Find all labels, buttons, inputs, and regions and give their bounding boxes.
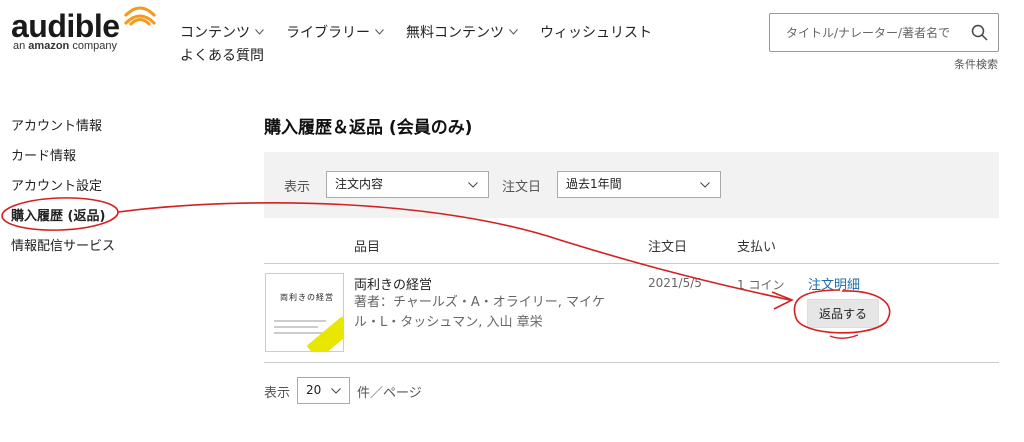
order-details-link[interactable]: 注文明細 [808, 274, 860, 293]
column-header-payment: 支払い [737, 240, 777, 255]
annotation-overlay [1, 197, 891, 339]
chevron-down-icon [331, 388, 341, 394]
payment-amount: 1 コイン [737, 278, 785, 292]
table-header-divider [264, 263, 999, 264]
advanced-search-link[interactable]: 条件検索 [954, 56, 998, 72]
column-header-item: 品目 [354, 240, 381, 255]
per-page-select[interactable]: 20 [297, 377, 350, 404]
sidebar-item-card-info[interactable]: カード情報 [11, 147, 115, 177]
chevron-down-icon [255, 29, 264, 35]
search-box [769, 13, 999, 52]
show-filter-value: 注文内容 [335, 177, 384, 191]
sidebar-item-account-info[interactable]: アカウント情報 [11, 117, 115, 147]
sidebar-item-purchase-history[interactable]: 購入履歴 (返品) [11, 207, 115, 237]
search-icon[interactable] [971, 24, 988, 41]
annotation-arrow-head [771, 291, 794, 310]
return-button[interactable]: 返品する [807, 299, 879, 328]
logo-wordmark: audible [11, 8, 120, 44]
audible-logo[interactable]: audible an amazon company [11, 2, 161, 54]
item-title-link[interactable]: 両利きの経営 [354, 274, 432, 293]
cover-decoration [274, 320, 326, 322]
audible-waves-icon [123, 6, 157, 27]
cover-decoration [274, 326, 318, 328]
nav-faq[interactable]: よくある質問 [180, 45, 264, 65]
filter-bar: 表示 注文内容 注文日 過去1年間 [264, 152, 999, 218]
column-header-date: 注文日 [648, 240, 688, 255]
sidebar-item-newsletter[interactable]: 情報配信サービス [11, 237, 115, 267]
nav-library[interactable]: ライブラリー [286, 22, 384, 42]
cover-title: 両利きの経営 [280, 293, 334, 302]
order-date: 2021/5/5 [648, 276, 702, 290]
show-filter-select[interactable]: 注文内容 [326, 171, 489, 198]
table-row-divider [264, 362, 999, 363]
account-sidebar: アカウント情報 カード情報 アカウント設定 購入履歴 (返品) 情報配信サービス [11, 117, 115, 267]
logo-tagline: an amazon company [13, 40, 117, 52]
book-cover[interactable]: 両利きの経営 [265, 273, 344, 352]
per-page-label: 表示 [264, 386, 291, 401]
chevron-down-icon [375, 29, 384, 35]
per-page-suffix: 件／ページ [357, 386, 422, 401]
date-filter-select[interactable]: 過去1年間 [557, 171, 721, 198]
annotation-circle-tail [829, 334, 859, 339]
nav-free-contents[interactable]: 無料コンテンツ [406, 22, 518, 42]
nav-contents[interactable]: コンテンツ [180, 22, 264, 42]
date-filter-label: 注文日 [502, 180, 542, 195]
show-filter-label: 表示 [284, 180, 311, 195]
main-nav: コンテンツ ライブラリー 無料コンテンツ ウィッシュリスト よくある質問 [180, 22, 674, 65]
per-page-value: 20 [306, 383, 322, 397]
page-title: 購入履歴＆返品 (会員のみ) [264, 118, 473, 138]
date-filter-value: 過去1年間 [566, 177, 622, 191]
chevron-down-icon [468, 182, 478, 188]
chevron-down-icon [700, 182, 710, 188]
search-input[interactable] [770, 14, 966, 51]
sidebar-item-account-settings[interactable]: アカウント設定 [11, 177, 115, 207]
nav-wishlist[interactable]: ウィッシュリスト [540, 22, 652, 42]
item-author: 著者：チャールズ・A・オライリー, マイケル・L・タッシュマン, 入山 章栄 [354, 295, 606, 330]
chevron-down-icon [509, 29, 518, 35]
cover-decoration [274, 332, 324, 334]
